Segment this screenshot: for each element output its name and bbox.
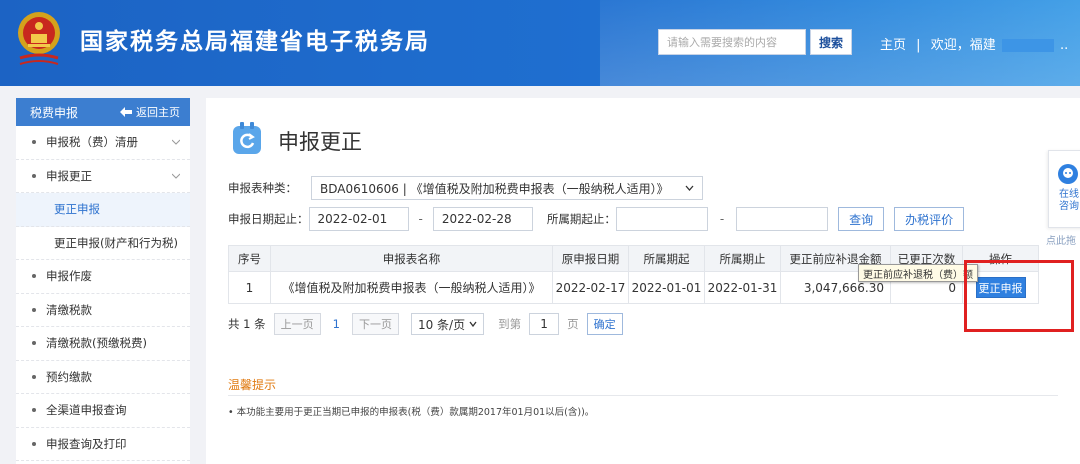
page-title: 申报更正 (278, 130, 362, 154)
nav-separator: | (916, 38, 921, 53)
chevron-down-icon (172, 173, 180, 179)
chevron-down-icon (172, 139, 180, 145)
sidebar-subitem-correct-filing[interactable]: 更正申报 (16, 193, 190, 227)
highlight-annotation (964, 260, 1074, 332)
nav-welcome-tail: .. (1059, 38, 1069, 53)
bullet-icon (32, 274, 36, 279)
type-filter-row: 申报表种类： BDA0610606 | 《增值税及附加税费申报表（一般纳税人适用… (228, 176, 703, 200)
search-input[interactable] (658, 29, 806, 55)
online-consult-widget[interactable]: 在线咨询 (1048, 150, 1080, 228)
sidebar-item-void[interactable]: 申报作废 (16, 260, 190, 294)
col-header-no: 序号 (228, 245, 271, 272)
sidebar-item-label: 预约缴款 (46, 369, 92, 384)
col-header-period-end: 所属期止 (704, 245, 781, 272)
sidebar-item-label: 更正申报(财产和行为税) (54, 235, 178, 250)
date-filter-row: 申报日期起止： 2022-02-01 - 2022-02-28 所属期起止： -… (228, 207, 965, 231)
pager-prev-button[interactable]: 上一页 (273, 313, 321, 335)
bullet-icon (32, 441, 36, 446)
chevron-down-icon (685, 185, 694, 191)
back-arrow-icon (120, 107, 132, 117)
tips-text: • 本功能主要用于更正当期已申报的申报表(税（费）款属期2017年01月01以后… (228, 407, 595, 418)
sidebar-item-clear-tax[interactable]: 清缴税款 (16, 294, 190, 327)
cell-orig-date: 2022-02-17 (552, 271, 629, 304)
date-dash: - (418, 212, 423, 226)
bullet-icon (32, 341, 36, 346)
cell-name: 《增值税及附加税费申报表（一般纳税人适用）》 (270, 271, 553, 304)
period-label: 所属期起止： (546, 212, 616, 226)
sidebar-item-correction[interactable]: 申报更正 (16, 160, 190, 193)
bullet-icon (32, 408, 36, 413)
sidebar-item-label: 申报更正 (46, 168, 92, 183)
pager-goto-label: 到第 (498, 317, 522, 331)
type-label: 申报表种类： (228, 181, 297, 195)
tips-title: 温馨提示 (228, 378, 277, 392)
chat-bubble-icon (1058, 164, 1078, 184)
tips-divider (228, 395, 1058, 396)
sidebar: 税费申报 返回主页 申报税（费）清册 申报更正 更正申报 更正申报(财产和行为税… (16, 98, 190, 464)
date-label: 申报日期起止： (228, 212, 309, 226)
nav-home-link[interactable]: 主页 (880, 34, 906, 53)
pager-total: 共 1 条 (228, 317, 266, 331)
top-nav: 主页 | 欢迎，福建 .. | 退出 (880, 34, 1080, 53)
sidebar-item-label: 全渠道申报查询 (46, 403, 127, 418)
back-home-link[interactable]: 返回主页 (120, 104, 180, 120)
query-button[interactable]: 查询 (838, 207, 885, 231)
date-end-input[interactable]: 2022-02-28 (432, 207, 533, 231)
sidebar-item-scheduled-payment[interactable]: 预约缴款 (16, 361, 190, 394)
pagination: 共 1 条 上一页 1 下一页 10 条/页 到第 1 页 确定 (228, 313, 623, 335)
page-size-select[interactable]: 10 条/页 (410, 313, 485, 335)
pager-confirm-button[interactable]: 确定 (586, 313, 623, 335)
date-start-input[interactable]: 2022-02-01 (308, 207, 409, 231)
pager-goto-input[interactable]: 1 (529, 313, 560, 335)
back-home-label: 返回主页 (136, 106, 180, 119)
pager-next-button[interactable]: 下一页 (351, 313, 399, 335)
sidebar-title: 税费申报 (30, 105, 79, 120)
sidebar-header: 税费申报 返回主页 (16, 98, 190, 126)
rate-button[interactable]: 办税评价 (894, 207, 965, 231)
sidebar-item-label: 更正申报 (54, 202, 100, 217)
pager-page-unit: 页 (567, 317, 579, 331)
form-type-select[interactable]: BDA0610606 | 《增值税及附加税费申报表（一般纳税人适用）》 (311, 176, 703, 200)
nav-welcome: 欢迎，福建 (930, 38, 996, 53)
sidebar-item-label: 申报税（费）清册 (46, 135, 138, 150)
online-consult-label: 在线咨询 (1059, 189, 1079, 212)
main-panel: 申报更正 申报表种类： BDA0610606 | 《增值税及附加税费申报表（一般… (206, 98, 1080, 464)
sidebar-item-label: 清缴税款 (46, 302, 92, 317)
col-header-period-start: 所属期起 (628, 245, 705, 272)
col-header-orig-date: 原申报日期 (552, 245, 629, 272)
sidebar-item-label: 清缴税款(预缴税费) (46, 336, 147, 351)
site-title: 国家税务总局福建省电子税务局 (80, 29, 430, 55)
drag-hint: 点此拖 (1046, 236, 1076, 247)
tax-emblem-icon (18, 12, 60, 65)
form-type-value: BDA0610606 | 《增值税及附加税费申报表（一般纳税人适用）》 (320, 181, 669, 196)
period-start-input[interactable] (615, 207, 708, 231)
sidebar-item-label: 申报查询及打印 (46, 436, 127, 451)
period-end-input[interactable] (736, 207, 829, 231)
sidebar-item-query-print[interactable]: 申报查询及打印 (16, 428, 190, 461)
bullet-icon (32, 173, 36, 178)
masked-username (1001, 39, 1054, 52)
amount-tooltip: 更正前应补退税（费）额 (858, 264, 978, 282)
sidebar-item-label: 申报作废 (46, 269, 92, 284)
top-header: 国家税务总局福建省电子税务局 搜索 主页 | 欢迎，福建 .. | 退出 (0, 0, 1080, 86)
cell-period-end: 2022-01-31 (704, 271, 781, 304)
sidebar-item-clear-prepaid[interactable]: 清缴税款(预缴税费) (16, 327, 190, 361)
cell-no: 1 (228, 271, 271, 304)
pager-current-page[interactable]: 1 (333, 317, 340, 331)
cell-period-start: 2022-01-01 (628, 271, 705, 304)
bullet-icon (32, 374, 36, 379)
sidebar-subitem-correct-property-tax[interactable]: 更正申报(财产和行为税) (16, 227, 190, 260)
sidebar-item-all-channel-query[interactable]: 全渠道申报查询 (16, 394, 190, 428)
search-button[interactable]: 搜索 (810, 29, 852, 55)
bullet-icon (32, 140, 36, 145)
refresh-document-icon (233, 122, 261, 154)
page-size-value: 10 条/页 (417, 317, 466, 332)
chevron-down-icon (469, 321, 477, 327)
col-header-name: 申报表名称 (270, 245, 553, 272)
bullet-icon (32, 307, 36, 312)
period-dash: - (719, 212, 725, 226)
sidebar-item-filing-list[interactable]: 申报税（费）清册 (16, 126, 190, 160)
